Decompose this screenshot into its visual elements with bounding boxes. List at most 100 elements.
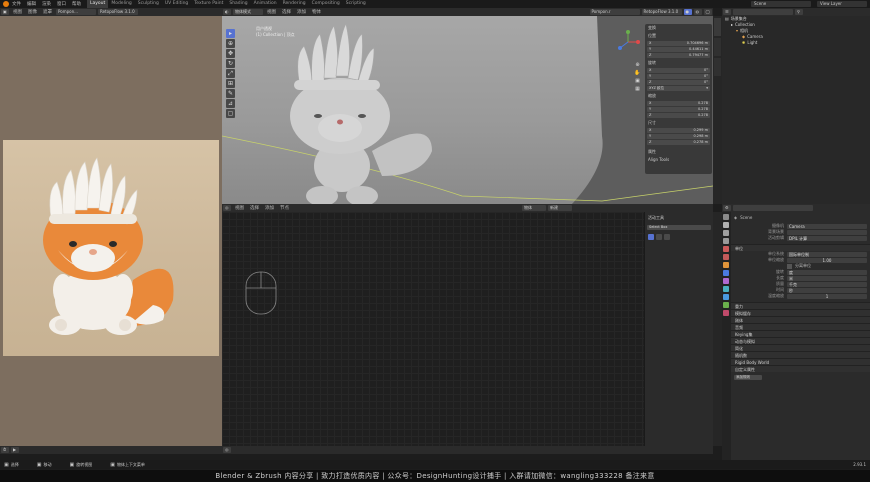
node-menu-add[interactable]: 添加	[265, 205, 274, 211]
n-panel-tab-item[interactable]	[714, 18, 721, 36]
tab-modeling[interactable]: Modeling	[108, 0, 134, 8]
temperature-scale-field[interactable]: 1	[787, 293, 867, 299]
gravity-panel-header[interactable]: 重力	[731, 302, 870, 309]
shading-solid-icon[interactable]: ●	[683, 9, 692, 15]
annotate-tool-icon[interactable]: ✎	[226, 89, 235, 98]
menu-render[interactable]: 渲染	[42, 1, 51, 7]
scale-tool-icon[interactable]: ⤢	[226, 69, 235, 78]
tab-layout[interactable]: Layout	[87, 0, 109, 8]
mass-unit-dropdown[interactable]: 千克	[787, 281, 867, 287]
outliner-item-light[interactable]: ✺ Light	[722, 40, 870, 46]
rotation-y-field[interactable]: Y 0°	[647, 74, 710, 79]
location-x-field[interactable]: X 0.704696 m	[647, 41, 710, 46]
location-y-field[interactable]: Y 0.44611 m	[647, 47, 710, 52]
modifier-tab-icon[interactable]	[723, 270, 729, 276]
background-scene-field[interactable]	[787, 229, 867, 235]
tool-tab-icon[interactable]	[723, 214, 729, 220]
rigid-body-world-panel-header[interactable]: Rigid Body World	[731, 358, 870, 365]
n-panel-tab-tool[interactable]	[714, 38, 721, 56]
scene-tab-icon[interactable]	[723, 246, 729, 252]
object-mode-dropdown[interactable]: 物体模式	[233, 9, 263, 15]
move-tool-icon[interactable]: ✥	[226, 49, 235, 58]
custom-properties-panel-header[interactable]: 自定义属性	[731, 365, 870, 372]
cursor-tool-icon[interactable]: ⊕	[226, 39, 235, 48]
pan-hand-icon[interactable]: ✋	[634, 69, 641, 76]
image-name-field[interactable]: Pompon...	[56, 9, 96, 15]
tab-sculpting[interactable]: Sculpting	[135, 0, 162, 8]
location-z-field[interactable]: Z 0.79477 m	[647, 53, 710, 58]
dynamics-panel-header[interactable]: 动态与模拟	[731, 337, 870, 344]
camera-field[interactable]: Camera	[787, 223, 867, 229]
scale-x-field[interactable]: X 0.278	[647, 101, 710, 106]
node-mode-dropdown[interactable]: 物体	[522, 205, 546, 211]
random-panel-header[interactable]: 随机数	[731, 351, 870, 358]
node-menu-node[interactable]: 节点	[280, 205, 289, 211]
shading-render-icon[interactable]: ◯	[703, 9, 712, 15]
image-menu-view[interactable]: 视图	[13, 9, 22, 15]
blender-logo-icon[interactable]	[3, 1, 9, 7]
tab-uv-editing[interactable]: UV Editing	[162, 0, 191, 8]
select-extend-icon[interactable]	[656, 234, 662, 240]
units-panel-header[interactable]: 单位	[731, 244, 870, 251]
length-unit-dropdown[interactable]: 米	[787, 275, 867, 281]
properties-editor-type-icon[interactable]: ⚙	[723, 205, 731, 211]
outliner-filter-icon[interactable]: ⚲	[795, 9, 803, 15]
unit-scale-field[interactable]: 1.00	[787, 257, 867, 263]
tab-texture-paint[interactable]: Texture Paint	[191, 0, 226, 8]
tab-compositing[interactable]: Compositing	[309, 0, 343, 8]
viewport-editor-type-icon[interactable]: ◐	[223, 9, 231, 15]
time-unit-dropdown[interactable]: 秒	[787, 287, 867, 293]
node-editor-type-icon[interactable]: ◎	[223, 205, 231, 211]
viewport-menu-add[interactable]: 添加	[297, 9, 306, 15]
menu-edit[interactable]: 编辑	[27, 1, 36, 7]
shading-material-icon[interactable]: ◍	[693, 9, 702, 15]
constraints-tab-icon[interactable]	[723, 294, 729, 300]
viewport-menu-object[interactable]: 物体	[312, 9, 321, 15]
align-tools-section-title[interactable]: Align Tools	[645, 156, 712, 163]
navigation-gizmo[interactable]	[616, 30, 640, 54]
dimensions-z-field[interactable]: Z 0.278 m	[647, 140, 710, 145]
view-layer-selector[interactable]: View Layer	[817, 1, 867, 7]
physics-tab-icon[interactable]	[723, 286, 729, 292]
material-tab-icon[interactable]	[723, 310, 729, 316]
3d-viewport[interactable]: 用户透视 (1) Collection | 顶点 ▸ ⊕ ✥ ↻ ⤢ ⊞ ✎ ⊿…	[222, 16, 713, 204]
dimensions-x-field[interactable]: X 0.299 m	[647, 128, 710, 133]
scale-y-field[interactable]: Y 0.278	[647, 107, 710, 112]
timeline-editor-type-icon[interactable]: ⏱	[1, 447, 9, 453]
viewport-menu-view[interactable]: 视图	[267, 9, 276, 15]
select-new-icon[interactable]	[648, 234, 654, 240]
active-clip-field[interactable]: DPIL 计算	[787, 235, 867, 241]
transform-section-title[interactable]: 变换	[645, 24, 712, 32]
unit-system-dropdown[interactable]: 国际单位制	[787, 251, 867, 257]
outliner-search-field[interactable]	[733, 9, 793, 15]
particles-tab-icon[interactable]	[723, 278, 729, 284]
rotation-unit-dropdown[interactable]: 度	[787, 269, 867, 275]
separate-units-checkbox[interactable]	[787, 263, 792, 269]
image-editor[interactable]	[0, 16, 222, 446]
simplify-panel-header[interactable]: 简化	[731, 344, 870, 351]
timeline-playback-icon[interactable]: ▶	[11, 447, 19, 453]
data-tab-icon[interactable]	[723, 302, 729, 308]
select-box-item[interactable]: Select Box	[647, 225, 711, 230]
object-tab-icon[interactable]	[723, 262, 729, 268]
render-tab-icon[interactable]	[723, 222, 729, 228]
viewport-menu-select[interactable]: 选择	[282, 9, 291, 15]
simulation-cache-panel-header[interactable]: 模拟缓存	[731, 309, 870, 316]
camera-view-icon[interactable]: ▣	[634, 77, 641, 84]
output-tab-icon[interactable]	[723, 230, 729, 236]
properties-section-title[interactable]: 属性	[645, 148, 712, 156]
n-panel-tab-view[interactable]	[714, 58, 721, 76]
tab-scripting[interactable]: Scripting	[343, 0, 369, 8]
view-layer-tab-icon[interactable]	[723, 238, 729, 244]
tab-rendering[interactable]: Rendering	[280, 0, 309, 8]
audio-panel-header[interactable]: 音频	[731, 323, 870, 330]
rigid-body-panel-header[interactable]: 刚体	[731, 316, 870, 323]
tab-shading[interactable]: Shading	[226, 0, 250, 8]
grid-icon[interactable]: ▦	[634, 85, 641, 92]
dimensions-y-field[interactable]: Y 0.298 m	[647, 134, 710, 139]
image-menu-image[interactable]: 图像	[28, 9, 37, 15]
rotation-z-field[interactable]: Z 0°	[647, 80, 710, 85]
menu-file[interactable]: 文件	[12, 1, 21, 7]
menu-window[interactable]: 窗口	[57, 1, 66, 7]
viewport-object-name[interactable]: Pompon.r	[589, 9, 640, 15]
